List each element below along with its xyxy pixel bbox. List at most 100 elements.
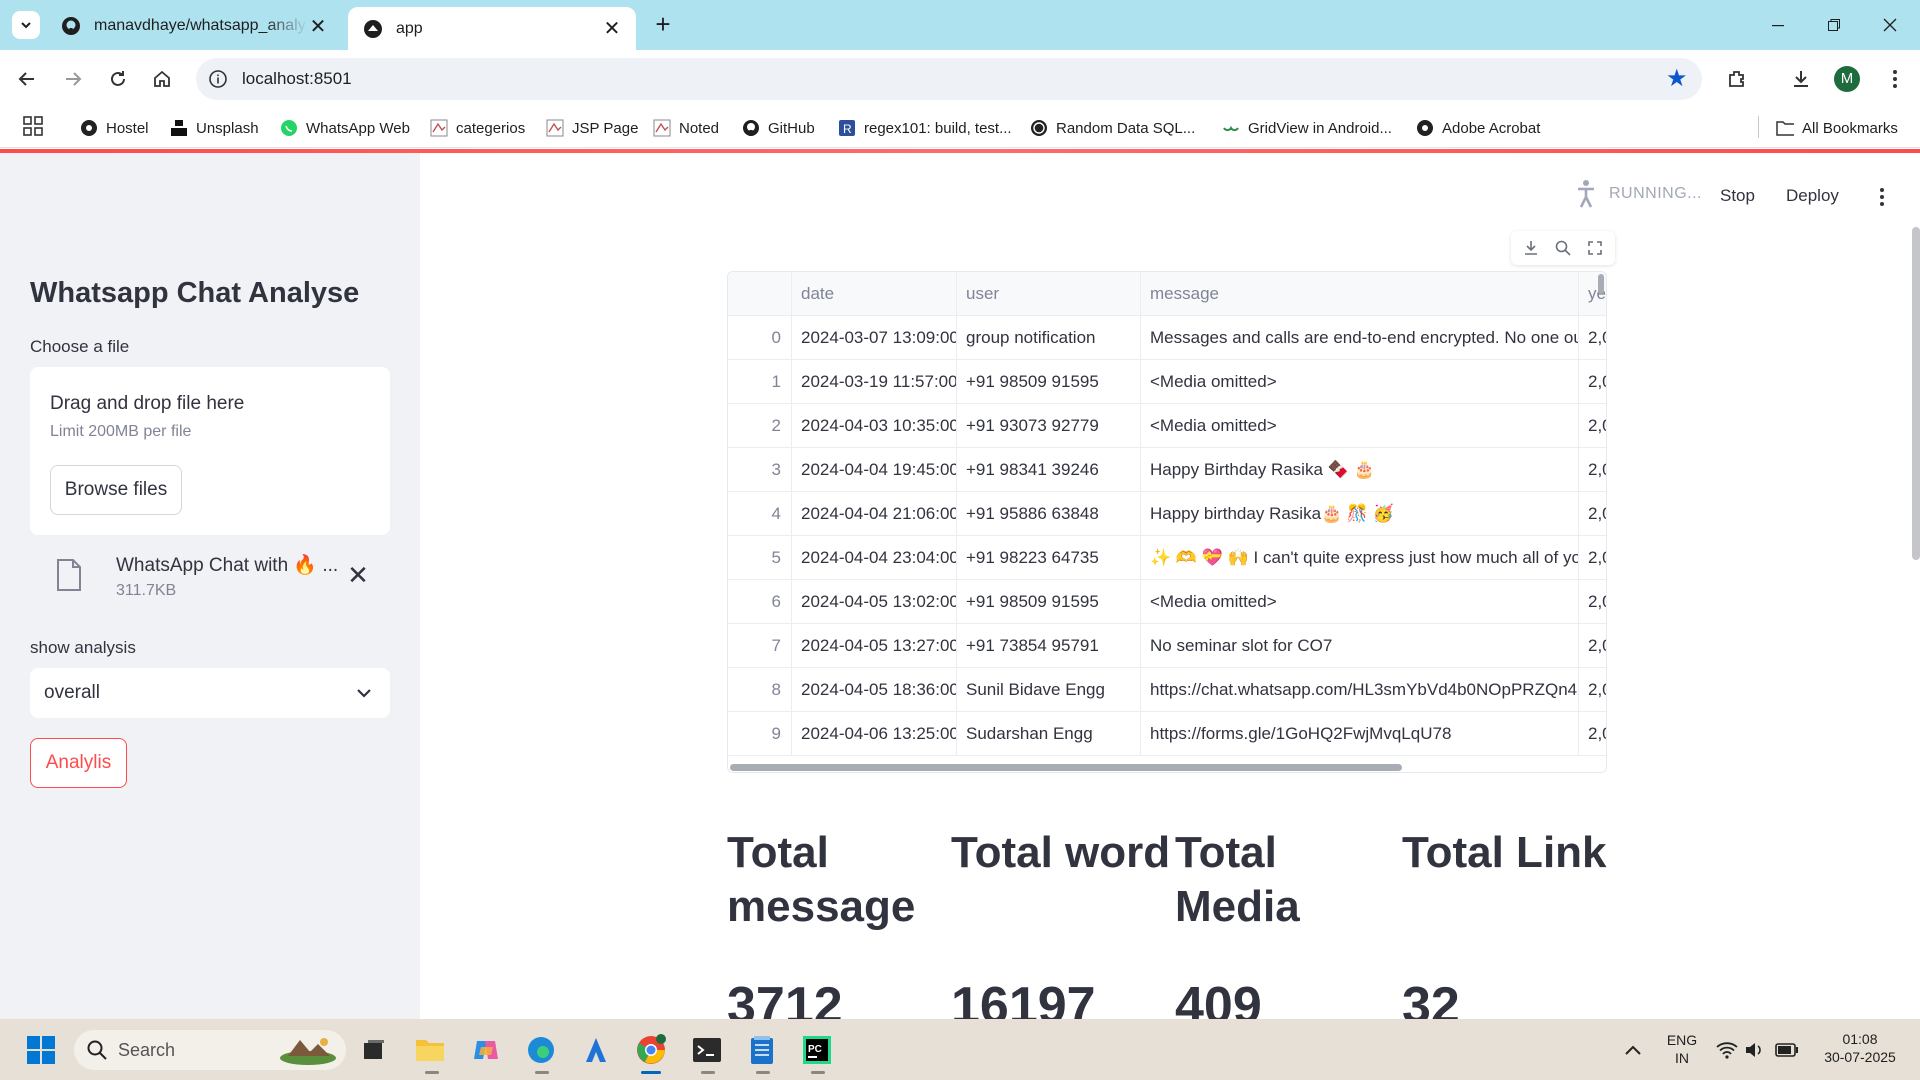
cell-user[interactable]: Sudarshan Engg [957, 712, 1141, 756]
bookmark-jsp-page[interactable]: JSP Page [546, 116, 638, 140]
taskbar-pycharm[interactable]: PC [800, 1033, 834, 1067]
cell-message[interactable]: Happy Birthday Rasika 🍫 🎂 [1141, 448, 1579, 492]
cell-date[interactable]: 2024-04-04 23:04:00 [792, 536, 957, 580]
cell-index[interactable]: 4 [728, 492, 792, 536]
cell-year[interactable]: 2,0 [1579, 624, 1606, 668]
column-header-message[interactable]: message [1141, 272, 1579, 316]
cell-message[interactable]: Happy birthday Rasika🎂 🎊 🥳 [1141, 492, 1579, 536]
new-tab-button[interactable]: + [650, 11, 676, 37]
cell-message[interactable]: Messages and calls are end-to-end encryp… [1141, 316, 1579, 360]
cell-date[interactable]: 2024-04-05 18:36:00 [792, 668, 957, 712]
clock[interactable]: 01:08 30-07-2025 [1812, 1030, 1908, 1066]
address-bar[interactable]: localhost:8501 ★ [196, 58, 1702, 100]
profile-avatar[interactable]: M [1834, 66, 1860, 92]
table-row[interactable]: 2 2024-04-03 10:35:00 +91 93073 92779 <Medi… [728, 404, 1606, 448]
input-language[interactable]: ENG IN [1664, 1031, 1700, 1067]
bookmark-gridview[interactable]: GridView in Android... [1222, 116, 1392, 140]
cell-message[interactable]: https://forms.gle/1GoHQ2FwjMvqLqU78 [1141, 712, 1579, 756]
home-button[interactable] [147, 64, 177, 94]
cell-date[interactable]: 2024-03-07 13:09:00 [792, 316, 957, 360]
all-bookmarks-button[interactable]: All Bookmarks [1776, 116, 1898, 140]
cell-date[interactable]: 2024-04-03 10:35:00 [792, 404, 957, 448]
task-view-button[interactable] [357, 1033, 391, 1067]
cell-year[interactable]: 2,0 [1579, 316, 1606, 360]
close-window-button[interactable] [1872, 9, 1908, 41]
restore-button[interactable] [1816, 9, 1852, 41]
cell-year[interactable]: 2,0 [1579, 492, 1606, 536]
cell-year[interactable]: 2,0 [1579, 448, 1606, 492]
bookmark-star-icon[interactable]: ★ [1666, 67, 1690, 91]
column-header-date[interactable]: date [792, 272, 957, 316]
table-row[interactable]: 7 2024-04-05 13:27:00 +91 73854 95791 No se… [728, 624, 1606, 668]
cell-message[interactable]: <Media omitted> [1141, 360, 1579, 404]
minimize-button[interactable] [1760, 9, 1796, 41]
table-row[interactable]: 6 2024-04-05 13:02:00 +91 98509 91595 <Medi… [728, 580, 1606, 624]
browser-tab-app[interactable]: app ✕ [348, 7, 636, 50]
taskbar-search[interactable]: Search [74, 1030, 346, 1070]
fullscreen-icon[interactable] [1586, 239, 1604, 257]
extensions-button[interactable] [1722, 64, 1752, 94]
taskbar-copilot[interactable] [469, 1033, 503, 1067]
info-icon[interactable] [208, 69, 228, 89]
table-row[interactable]: 4 2024-04-04 21:06:00 +91 95886 63848 Happy… [728, 492, 1606, 536]
table-vertical-scrollbar[interactable] [1598, 274, 1604, 294]
close-icon[interactable]: ✕ [308, 16, 328, 38]
forward-button[interactable] [58, 64, 88, 94]
cell-date[interactable]: 2024-03-19 11:57:00 [792, 360, 957, 404]
cell-index[interactable]: 8 [728, 668, 792, 712]
bookmark-github[interactable]: GitHub [742, 116, 815, 140]
taskbar-file-explorer[interactable] [413, 1033, 447, 1067]
cell-user[interactable]: Sunil Bidave Engg [957, 668, 1141, 712]
cell-user[interactable]: +91 98341 39246 [957, 448, 1141, 492]
cell-year[interactable]: 2,0 [1579, 668, 1606, 712]
battery-button[interactable] [1770, 1033, 1804, 1067]
file-dropzone[interactable]: Drag and drop file here Limit 200MB per … [30, 367, 390, 535]
tab-search-button[interactable] [12, 11, 40, 39]
cell-date[interactable]: 2024-04-04 19:45:00 [792, 448, 957, 492]
bookmark-adobe-acrobat[interactable]: Adobe Acrobat [1416, 116, 1540, 140]
table-row[interactable]: 9 2024-04-06 13:25:00 Sudarshan Engg https:… [728, 712, 1606, 756]
table-horizontal-scrollbar[interactable] [730, 764, 1402, 771]
cell-index[interactable]: 1 [728, 360, 792, 404]
bookmark-unsplash[interactable]: Unsplash [170, 116, 259, 140]
url-text[interactable]: localhost:8501 [242, 69, 352, 89]
bookmark-noted[interactable]: Noted [653, 116, 719, 140]
cell-message[interactable]: No seminar slot for CO7 [1141, 624, 1579, 668]
browser-tab-github[interactable]: manavdhaye/whatsapp_analyzer ✕ [46, 7, 342, 45]
cell-index[interactable]: 5 [728, 536, 792, 580]
column-header-user[interactable]: user [957, 272, 1141, 316]
cell-user[interactable]: +91 73854 95791 [957, 624, 1141, 668]
cell-user[interactable]: group notification [957, 316, 1141, 360]
show-hidden-icons-button[interactable] [1616, 1033, 1650, 1067]
cell-index[interactable]: 0 [728, 316, 792, 360]
cell-year[interactable]: 2,0 [1579, 360, 1606, 404]
cell-date[interactable]: 2024-04-05 13:02:00 [792, 580, 957, 624]
cell-date[interactable]: 2024-04-06 13:25:00 [792, 712, 957, 756]
table-row[interactable]: 5 2024-04-04 23:04:00 +91 98223 64735 ✨ 🫶 💝… [728, 536, 1606, 580]
cell-message[interactable]: https://chat.whatsapp.com/HL3smYbVd4b0NO… [1141, 668, 1579, 712]
bookmark-hostel[interactable]: Hostel [80, 116, 149, 140]
table-row[interactable]: 3 2024-04-04 19:45:00 +91 98341 39246 Happy… [728, 448, 1606, 492]
browser-menu-button[interactable] [1880, 64, 1910, 94]
cell-index[interactable]: 7 [728, 624, 792, 668]
cell-user[interactable]: +91 93073 92779 [957, 404, 1141, 448]
bookmark-categerios[interactable]: categerios [430, 116, 525, 140]
download-icon[interactable] [1522, 239, 1540, 257]
bookmark-random-data-sql[interactable]: Random Data SQL... [1030, 116, 1195, 140]
stop-button[interactable]: Stop [1720, 186, 1755, 206]
analysis-select[interactable]: overall [30, 668, 390, 718]
cell-year[interactable]: 2,0 [1579, 580, 1606, 624]
taskbar-chrome[interactable] [634, 1033, 668, 1067]
cell-year[interactable]: 2,0 [1579, 404, 1606, 448]
table-row[interactable]: 1 2024-03-19 11:57:00 +91 98509 91595 <Medi… [728, 360, 1606, 404]
cell-user[interactable]: +91 98509 91595 [957, 580, 1141, 624]
cell-index[interactable]: 6 [728, 580, 792, 624]
bookmark-whatsapp-web[interactable]: WhatsApp Web [280, 116, 410, 140]
analysis-button[interactable]: Analylis [30, 738, 127, 788]
page-scrollbar[interactable] [1912, 227, 1920, 560]
cell-index[interactable]: 3 [728, 448, 792, 492]
cell-date[interactable]: 2024-04-05 13:27:00 [792, 624, 957, 668]
back-button[interactable] [12, 64, 42, 94]
taskbar-edge[interactable] [524, 1033, 558, 1067]
cell-message[interactable]: <Media omitted> [1141, 404, 1579, 448]
